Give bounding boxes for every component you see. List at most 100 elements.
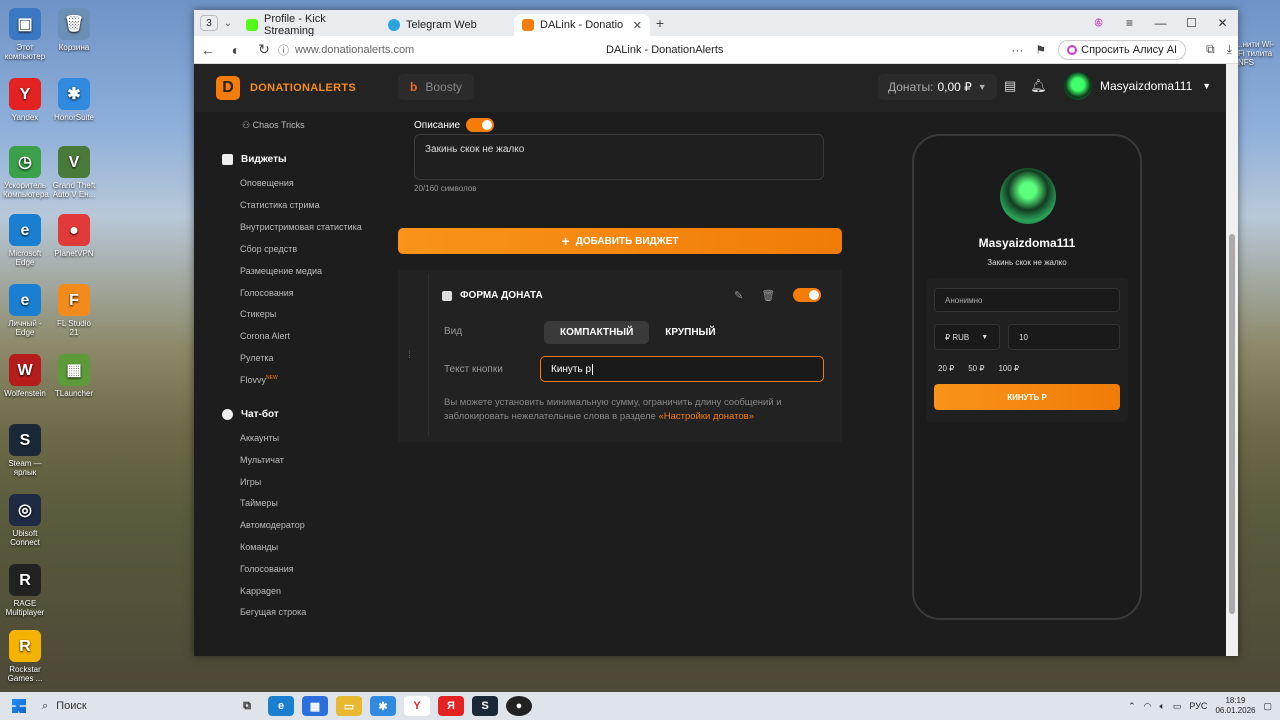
desktop-icon[interactable]: W Wolfenstein: [3, 354, 47, 398]
sidebar-item-chat[interactable]: Игры: [240, 477, 261, 487]
yandex-taskbar-icon[interactable]: Я: [438, 696, 464, 716]
sidebar-item-chat[interactable]: Мультичат: [240, 455, 284, 465]
desktop-icon[interactable]: Y Yandex: [3, 78, 47, 122]
preview-chip[interactable]: 50 ₽: [968, 364, 984, 373]
back-icon[interactable]: ←: [194, 42, 222, 58]
button-text-input[interactable]: Кинуть р: [540, 356, 824, 382]
page-scrollbar[interactable]: [1226, 64, 1238, 656]
sidebar-item-chat[interactable]: Аккаунты: [240, 433, 279, 443]
preview-chip[interactable]: 100 ₽: [998, 364, 1019, 373]
close-tab-icon[interactable]: ✕: [633, 19, 642, 32]
form-toggle[interactable]: [793, 288, 822, 302]
edge-taskbar-icon[interactable]: e: [268, 696, 294, 716]
sidebar-item-chaos-tricks[interactable]: ⚇ Chaos Tricks: [242, 120, 305, 131]
tab-telegram[interactable]: Telegram Web: [380, 14, 514, 36]
boosty-button[interactable]: b Boosty: [398, 74, 475, 100]
sidebar-item-widget[interactable]: Статистика стрима: [240, 200, 320, 210]
tab-counter[interactable]: 3: [200, 15, 218, 31]
donats-dropdown[interactable]: Донаты: 0,00 ₽ ▼: [878, 74, 997, 100]
maximize-icon[interactable]: ☐: [1176, 16, 1207, 30]
sidebar-item-chat[interactable]: Голосования: [240, 564, 294, 574]
add-widget-button[interactable]: + ДОБАВИТЬ ВИДЖЕТ: [398, 228, 842, 254]
chevron-down-icon[interactable]: ⌄: [218, 18, 238, 29]
desktop-icon[interactable]: V Grand Theft Auto V Ен...: [52, 146, 96, 199]
ask-alice-button[interactable]: Спросить Алису AI: [1058, 39, 1187, 60]
sidebar-item-chat[interactable]: Таймеры: [240, 498, 278, 508]
volume-icon[interactable]: 🔈︎: [1159, 701, 1164, 712]
scrollbar-thumb[interactable]: [1229, 234, 1235, 614]
close-window-icon[interactable]: ✕: [1207, 16, 1238, 30]
language-indicator[interactable]: РУС: [1189, 701, 1207, 711]
preview-donate-button[interactable]: КИНУТЬ Р: [934, 384, 1120, 410]
desktop-icon[interactable]: R Rockstar Games ...: [3, 630, 47, 683]
site-info-icon[interactable]: ⓘ: [278, 42, 289, 58]
trash-icon[interactable]: 🗑︎: [761, 289, 775, 302]
desktop-icon[interactable]: ◎ Ubisoft Connect: [3, 494, 47, 547]
app-taskbar-icon[interactable]: ●: [506, 696, 532, 716]
preview-name-input[interactable]: Анонимно: [934, 288, 1120, 312]
desktop-icon[interactable]: e Microsoft Edge: [3, 214, 47, 267]
sidebar-header-widgets[interactable]: Виджеты: [222, 154, 287, 165]
desktop-icon[interactable]: F FL Studio 21: [52, 284, 96, 337]
tab-kick[interactable]: Profile - Kick Streaming: [238, 13, 380, 37]
preview-amount-input[interactable]: 10: [1008, 324, 1120, 350]
bell-icon[interactable]: 🔔︎: [1030, 78, 1047, 94]
folder-taskbar-icon[interactable]: ▭: [336, 696, 362, 716]
battery-icon[interactable]: ▭: [1173, 701, 1182, 712]
sidebar-header-chatbot[interactable]: Чат-бот: [222, 409, 279, 420]
url-field[interactable]: www.donationalerts.com: [295, 44, 414, 56]
honor-taskbar-icon[interactable]: ✱: [370, 696, 396, 716]
reload-icon[interactable]: ↻: [250, 41, 278, 58]
desktop-icon[interactable]: ▦ TLauncher: [52, 354, 96, 398]
sidebar-item-widget[interactable]: Сбор средств: [240, 244, 297, 254]
news-icon[interactable]: ▤: [1004, 78, 1016, 94]
collections-icon[interactable]: ⧉: [1206, 42, 1215, 57]
sidebar-item-chat[interactable]: Автомодератор: [240, 520, 305, 530]
user-menu[interactable]: Masyaizdoma111 ▼: [1064, 72, 1211, 100]
description-textarea[interactable]: Закинь скок не жалко: [414, 134, 824, 180]
preview-chip[interactable]: 20 ₽: [938, 364, 954, 373]
desktop-icon[interactable]: ● PlanetVPN: [52, 214, 96, 258]
sidebar-item-widget[interactable]: Рулетка: [240, 353, 274, 363]
wifi-icon[interactable]: ◠: [1144, 701, 1152, 712]
new-tab-button[interactable]: +: [650, 15, 670, 31]
large-button[interactable]: КРУПНЫЙ: [649, 321, 731, 344]
start-button[interactable]: [6, 696, 32, 716]
edit-icon[interactable]: ✎: [734, 289, 743, 302]
logo[interactable]: D DONATIONALERTS: [216, 76, 356, 100]
desktop-icon[interactable]: R RAGE Multiplayer: [3, 564, 47, 617]
sidebar-item-chat[interactable]: Kappagen: [240, 586, 281, 596]
tab-donationalerts[interactable]: DALink - DonationAlerts ✕: [514, 14, 650, 36]
chevron-up-icon[interactable]: ⌃: [1128, 701, 1136, 712]
desktop-icon[interactable]: 🗑 Корзина: [52, 8, 96, 52]
donation-settings-link[interactable]: «Настройки донатов»: [658, 411, 754, 422]
compact-button[interactable]: КОМПАКТНЫЙ: [544, 320, 650, 344]
menu-icon[interactable]: ≡: [1114, 16, 1145, 30]
clock[interactable]: 18:19 06.01.2026: [1215, 696, 1255, 716]
sidebar-item-chat[interactable]: Бегущая строка: [240, 607, 306, 617]
desktop-icon[interactable]: S Steam — ярлык: [3, 424, 47, 477]
sidebar-item-widget[interactable]: Corona Alert: [240, 331, 290, 341]
sidebar-item-chat[interactable]: Команды: [240, 542, 278, 552]
sidebar-item-widget[interactable]: Оповещения: [240, 178, 294, 188]
minimize-icon[interactable]: —: [1145, 16, 1176, 30]
desktop-icon[interactable]: ▣ Этот компьютер: [3, 8, 47, 61]
drag-handle-icon[interactable]: ⁞: [408, 350, 411, 361]
description-toggle[interactable]: [466, 118, 495, 132]
sidebar-item-widget[interactable]: FlovvyNEW: [240, 375, 278, 385]
sidebar-item-widget[interactable]: Стикеры: [240, 309, 276, 319]
bunny-icon[interactable]: ꔮ: [1083, 16, 1114, 31]
desktop-icon[interactable]: ✱ HonorSuite: [52, 78, 96, 122]
desktop-icon[interactable]: e Личный - Edge: [3, 284, 47, 337]
taskbar-search[interactable]: ⌕ Поиск: [36, 695, 226, 717]
preview-currency-select[interactable]: ₽ RUB ▼: [934, 324, 1000, 350]
desktop-icon[interactable]: ◷ Ускоритель Компьютера: [3, 146, 49, 199]
steam-taskbar-icon[interactable]: S: [472, 696, 498, 716]
download-icon[interactable]: ⤓: [1227, 42, 1232, 57]
more-icon[interactable]: ···: [1011, 43, 1023, 57]
yandex-browser-taskbar-icon[interactable]: Y: [404, 696, 430, 716]
notifications-icon[interactable]: ▢: [1263, 701, 1272, 712]
sidebar-item-widget[interactable]: Размещение медиа: [240, 266, 322, 276]
store-taskbar-icon[interactable]: ▦: [302, 696, 328, 716]
task-view-icon[interactable]: ⧉: [234, 696, 260, 716]
